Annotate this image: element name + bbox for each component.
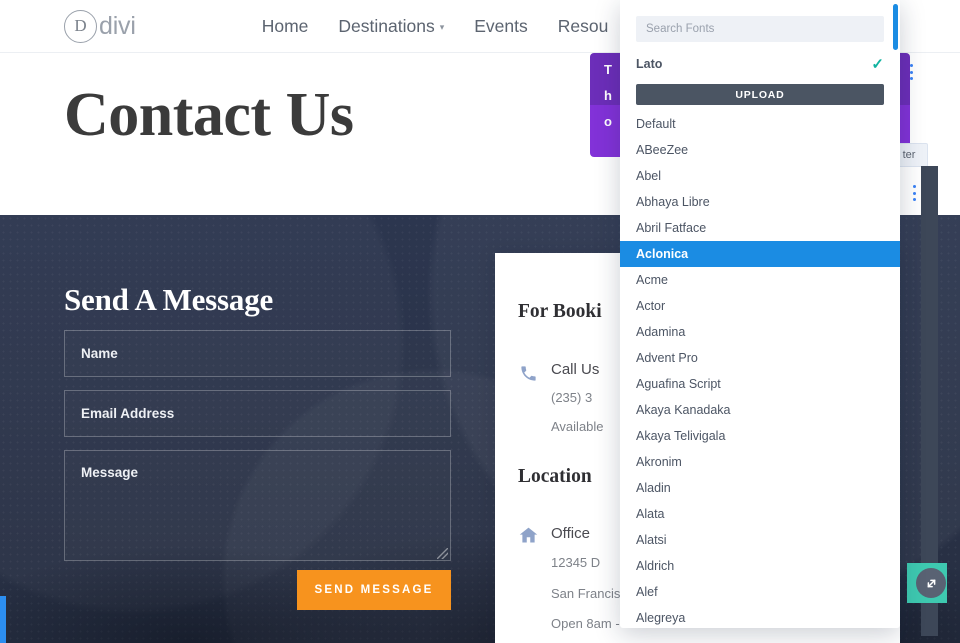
selected-font-row[interactable]: Lato ✓	[636, 52, 884, 76]
primary-navigation: Home Destinations ▾ Events Resou	[262, 16, 609, 37]
nav-label: Events	[474, 15, 528, 36]
font-option[interactable]: Akronim	[620, 449, 900, 475]
chevron-down-icon: ▾	[439, 21, 445, 32]
phone-icon	[516, 361, 540, 385]
font-option[interactable]: Adamina	[620, 319, 900, 345]
site-logo[interactable]: D divi	[64, 9, 136, 43]
nav-item-events[interactable]: Events	[474, 16, 528, 37]
page-title: Contact Us	[64, 81, 354, 149]
font-option[interactable]: ABeeZee	[620, 137, 900, 163]
font-option[interactable]: Akaya Kanadaka	[620, 397, 900, 423]
builder-more-options-icon-secondary[interactable]	[907, 183, 921, 203]
dropdown-scrollbar-thumb[interactable]	[893, 4, 898, 50]
logo-text: divi	[99, 11, 136, 40]
font-option[interactable]: Actor	[620, 293, 900, 319]
font-option[interactable]: Acme	[620, 267, 900, 293]
nav-item-home[interactable]: Home	[262, 16, 309, 37]
booking-heading: For Booki	[518, 301, 602, 322]
font-option[interactable]: Default	[620, 111, 900, 137]
search-fonts-input[interactable]	[636, 16, 884, 42]
home-icon	[516, 523, 540, 547]
font-option[interactable]: Abril Fatface	[620, 215, 900, 241]
builder-panel-row-3: o	[604, 114, 612, 129]
name-input[interactable]	[64, 330, 451, 377]
send-message-button[interactable]: SEND MESSAGE	[297, 570, 451, 610]
font-option[interactable]: Aguafina Script	[620, 371, 900, 397]
selected-font-label: Lato	[636, 57, 663, 71]
builder-more-options-icon[interactable]	[904, 62, 918, 82]
font-option[interactable]: Advent Pro	[620, 345, 900, 371]
call-us-label: Call Us	[551, 361, 600, 378]
font-selector-dropdown: Lato ✓ UPLOAD DefaultABeeZeeAbelAbhaya L…	[620, 0, 900, 628]
nav-item-resources[interactable]: Resou	[558, 16, 609, 37]
font-options-list: Default ABeeZee Abel Abhaya Libre Abril Fatf…	[620, 111, 900, 628]
font-search-container	[620, 0, 900, 42]
office-label: Office	[551, 525, 590, 542]
availability-text: Available	[551, 419, 604, 434]
builder-left-edge-marker	[0, 596, 6, 643]
textarea-resize-handle[interactable]	[437, 548, 448, 559]
upload-font-button[interactable]: UPLOAD	[636, 84, 884, 105]
font-option[interactable]: Alatsi	[620, 527, 900, 553]
builder-panel-row-2: h	[604, 88, 612, 103]
font-option[interactable]: Aclonica	[620, 241, 900, 267]
font-option[interactable]: Aladin	[620, 475, 900, 501]
email-input[interactable]	[64, 390, 451, 437]
nav-label: Destinations	[338, 15, 435, 36]
font-option[interactable]: Akaya Telivigala	[620, 423, 900, 449]
builder-panel-row-1: T	[604, 62, 612, 77]
nav-label: Home	[261, 15, 309, 36]
font-option[interactable]: Abel	[620, 163, 900, 189]
resize-expand-icon[interactable]	[916, 568, 946, 598]
nav-label: Resou	[557, 15, 609, 36]
office-hours: Open 8am - 5	[551, 616, 631, 631]
font-option[interactable]: Alata	[620, 501, 900, 527]
font-option[interactable]: Abhaya Libre	[620, 189, 900, 215]
form-heading: Send A Message	[64, 282, 274, 317]
location-heading: Location	[518, 466, 592, 487]
check-icon: ✓	[871, 55, 884, 73]
divi-logo-icon: D	[64, 9, 97, 43]
address-line-1: 12345 D	[551, 555, 601, 570]
phone-number: (235) 3	[551, 390, 593, 405]
font-option[interactable]: Alef	[620, 579, 900, 605]
message-textarea[interactable]	[64, 450, 451, 561]
font-option[interactable]: Alegreya	[620, 605, 900, 628]
nav-item-destinations[interactable]: Destinations ▾	[338, 16, 444, 37]
font-option[interactable]: Aldrich	[620, 553, 900, 579]
